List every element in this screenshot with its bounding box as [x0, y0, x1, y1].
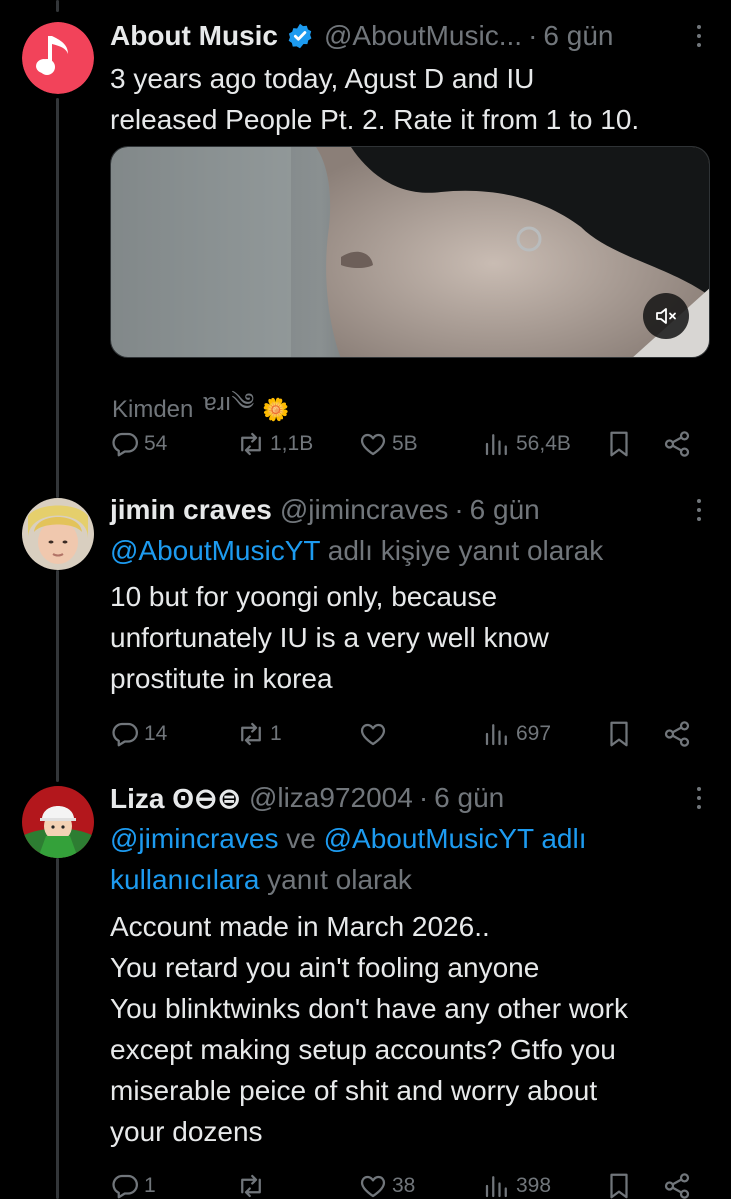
- share-icon: [664, 721, 690, 747]
- bookmark-button[interactable]: [604, 1166, 634, 1199]
- like-icon: [360, 1175, 386, 1198]
- share-button[interactable]: [662, 714, 692, 754]
- reply-context-text: yanıt olarak: [259, 864, 412, 895]
- tweet-text: Account made in March 2026.. You retard …: [110, 911, 628, 1147]
- reply-context: @AboutMusicYT adlı kişiye yanıt olarak: [110, 530, 717, 571]
- display-name[interactable]: Liza ʘ⊖⊜: [110, 782, 241, 815]
- mute-button[interactable]: [643, 293, 689, 339]
- mention-link[interactable]: @jimincraves: [110, 823, 278, 854]
- reply-count: 1: [144, 1174, 156, 1197]
- timestamp[interactable]: 6 gün: [470, 494, 540, 526]
- bookmark-button[interactable]: [604, 424, 634, 464]
- tweet-actions: 14 1 697: [110, 714, 710, 754]
- reply-context-text: adlı kişiye yanıt olarak: [320, 535, 604, 566]
- views-count: 697: [516, 722, 552, 745]
- avatar[interactable]: [22, 786, 94, 858]
- like-count: 5B: [392, 432, 418, 455]
- more-icon[interactable]: [687, 782, 711, 814]
- like-icon: [360, 433, 386, 456]
- repost-button[interactable]: [236, 1166, 270, 1199]
- like-button[interactable]: 38: [358, 1166, 415, 1199]
- avatar[interactable]: [22, 22, 94, 94]
- avatar[interactable]: [22, 498, 94, 570]
- reply-count: 54: [144, 432, 168, 455]
- video-player[interactable]: [110, 146, 710, 358]
- views-count: 398: [516, 1174, 552, 1197]
- bookmark-icon: [610, 1173, 628, 1199]
- thread-line: [56, 0, 59, 12]
- video-thumbnail: [111, 147, 709, 357]
- views-icon: [485, 1176, 507, 1198]
- views-button[interactable]: 56,4B: [482, 424, 571, 464]
- display-name[interactable]: jimin craves: [110, 494, 272, 526]
- user-handle[interactable]: @AboutMusic...: [324, 20, 522, 52]
- separator-dot: ·: [454, 494, 464, 525]
- views-button[interactable]: 398: [482, 1166, 551, 1199]
- mute-icon: [656, 308, 676, 324]
- share-button[interactable]: [662, 1166, 692, 1199]
- views-icon: [485, 434, 507, 456]
- from-label: Kimden: [112, 395, 194, 423]
- more-icon[interactable]: [687, 494, 711, 526]
- bookmark-button[interactable]: [604, 714, 634, 754]
- display-name[interactable]: About Music: [110, 20, 278, 52]
- bookmark-icon: [610, 721, 628, 747]
- thread-line: [56, 570, 59, 782]
- bookmark-icon: [610, 431, 628, 457]
- timestamp[interactable]: 6 gün: [434, 782, 504, 814]
- like-button[interactable]: 5B: [358, 424, 418, 464]
- repost-count: 1,1B: [270, 432, 314, 455]
- thread-line: [56, 858, 59, 1199]
- share-icon: [664, 431, 690, 457]
- reply-button[interactable]: 1: [110, 1166, 156, 1199]
- repost-count: 1: [270, 722, 282, 745]
- music-note-icon: [22, 22, 94, 94]
- user-avatar: [22, 786, 94, 858]
- repost-button[interactable]: 1: [236, 714, 282, 754]
- more-icon[interactable]: [687, 20, 711, 52]
- user-avatar: [22, 498, 94, 570]
- repost-icon: [241, 432, 261, 456]
- tweet-header: Liza ʘ⊖⊜ @liza972004 · 6 gün: [110, 778, 711, 818]
- like-count: 38: [392, 1174, 416, 1197]
- from-emoji: 🌼: [262, 396, 290, 422]
- tweet-text: 3 years ago today, Agust D and IU releas…: [110, 63, 640, 135]
- like-icon: [360, 723, 386, 746]
- separator-dot: ·: [528, 20, 538, 51]
- views-button[interactable]: 697: [482, 714, 551, 754]
- user-handle[interactable]: @jimincraves: [280, 494, 448, 526]
- tweet-header: jimin craves @jimincraves · 6 gün: [110, 490, 711, 530]
- reply-button[interactable]: 54: [110, 424, 167, 464]
- thread-line: [56, 98, 59, 498]
- tweet-actions: 54 1,1B 5B 56,4B: [110, 424, 710, 464]
- reply-icon: [112, 722, 138, 747]
- views-icon: [485, 724, 507, 746]
- share-icon: [664, 1173, 690, 1199]
- repost-icon: [241, 1174, 261, 1198]
- timestamp[interactable]: 6 gün: [543, 20, 613, 52]
- tweet-header: About Music @AboutMusic... · 6 gün: [110, 16, 711, 56]
- reply-icon: [112, 1174, 138, 1199]
- verified-badge-icon: [286, 22, 314, 50]
- reply-count: 14: [144, 722, 168, 745]
- mention-link[interactable]: @AboutMusicYT: [110, 535, 320, 566]
- reply-button[interactable]: 14: [110, 714, 167, 754]
- repost-icon: [241, 722, 261, 746]
- reply-icon: [112, 432, 138, 457]
- like-button[interactable]: [358, 714, 392, 754]
- tweet-text: 10 but for yoongi only, because unfortun…: [110, 581, 549, 694]
- repost-button[interactable]: 1,1B: [236, 424, 313, 464]
- tweet-actions: 1 38 398: [110, 1166, 710, 1199]
- views-count: 56,4B: [516, 432, 571, 455]
- share-button[interactable]: [662, 424, 692, 464]
- reply-context-text: ve: [278, 823, 324, 854]
- reply-context: @jimincraves ve @AboutMusicYT adlı kulla…: [110, 818, 717, 900]
- user-handle[interactable]: @liza972004: [249, 782, 413, 814]
- separator-dot: ·: [418, 782, 429, 813]
